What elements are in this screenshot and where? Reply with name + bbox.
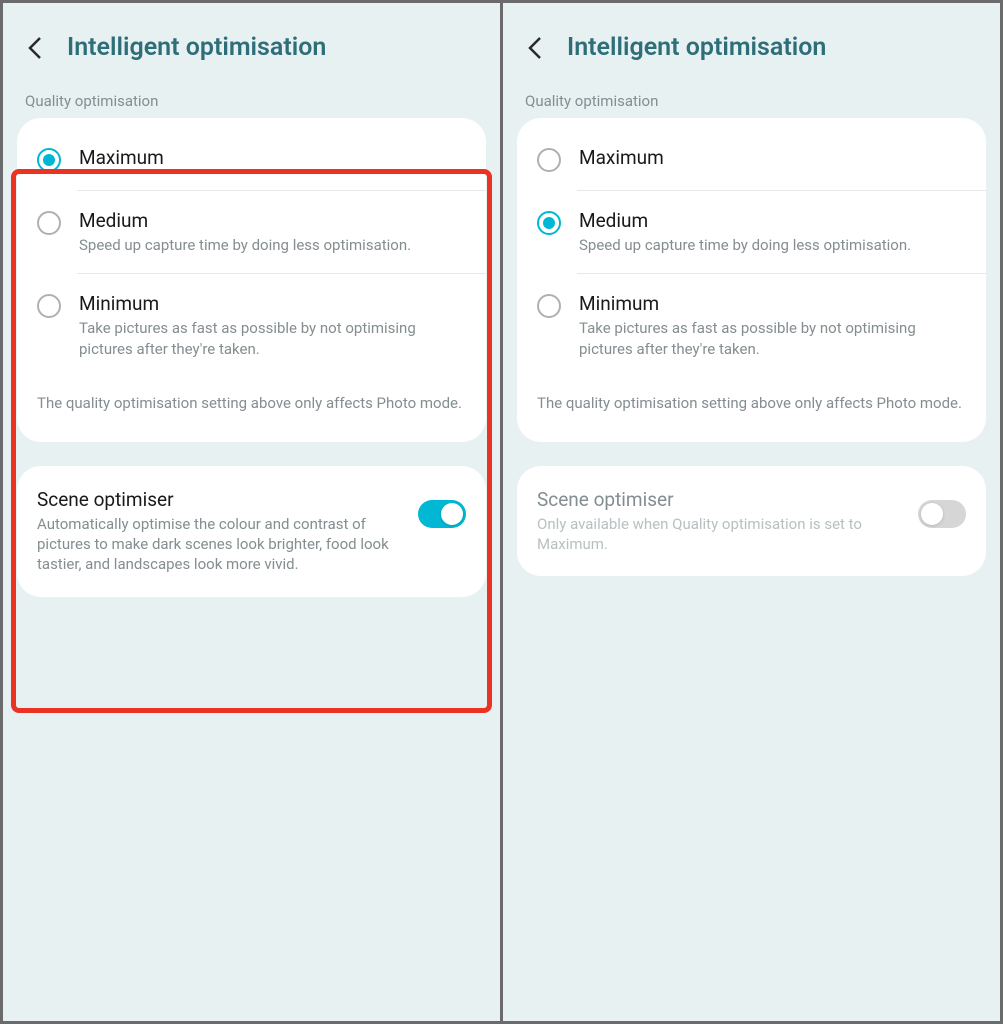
radio-icon[interactable] (537, 294, 561, 318)
radio-icon[interactable] (37, 148, 61, 172)
option-maximum[interactable]: Maximum (17, 128, 486, 190)
quality-card: Maximum Medium Speed up capture time by … (517, 118, 986, 442)
section-label: Quality optimisation (3, 82, 500, 118)
option-desc: Speed up capture time by doing less opti… (79, 235, 466, 255)
option-medium[interactable]: Medium Speed up capture time by doing le… (517, 191, 986, 273)
option-label: Minimum (579, 292, 966, 315)
scene-toggle[interactable] (418, 500, 466, 528)
page-title: Intelligent optimisation (67, 33, 326, 62)
radio-icon[interactable] (537, 211, 561, 235)
option-label: Maximum (79, 146, 466, 169)
option-maximum[interactable]: Maximum (517, 128, 986, 190)
scene-optimiser-card: Scene optimiser Only available when Qual… (517, 466, 986, 577)
radio-icon[interactable] (37, 294, 61, 318)
screen-left: Intelligent optimisation Quality optimis… (3, 3, 500, 1021)
footnote: The quality optimisation setting above o… (517, 377, 986, 432)
option-minimum[interactable]: Minimum Take pictures as fast as possibl… (17, 274, 486, 377)
back-icon[interactable] (23, 36, 47, 60)
footnote: The quality optimisation setting above o… (17, 377, 486, 432)
option-desc: Speed up capture time by doing less opti… (579, 235, 966, 255)
option-desc: Take pictures as fast as possible by not… (579, 318, 966, 359)
option-label: Medium (79, 209, 466, 232)
scene-optimiser-card[interactable]: Scene optimiser Automatically optimise t… (17, 466, 486, 597)
option-desc: Take pictures as fast as possible by not… (79, 318, 466, 359)
option-label: Minimum (79, 292, 466, 315)
screen-right: Intelligent optimisation Quality optimis… (503, 3, 1000, 1021)
page-title: Intelligent optimisation (567, 33, 826, 62)
scene-desc: Automatically optimise the colour and co… (37, 514, 404, 575)
quality-card: Maximum Medium Speed up capture time by … (17, 118, 486, 442)
option-medium[interactable]: Medium Speed up capture time by doing le… (17, 191, 486, 273)
option-minimum[interactable]: Minimum Take pictures as fast as possibl… (517, 274, 986, 377)
section-label: Quality optimisation (503, 82, 1000, 118)
option-label: Maximum (579, 146, 966, 169)
scene-title: Scene optimiser (37, 488, 404, 511)
option-label: Medium (579, 209, 966, 232)
radio-icon[interactable] (537, 148, 561, 172)
radio-icon[interactable] (37, 211, 61, 235)
back-icon[interactable] (523, 36, 547, 60)
scene-desc: Only available when Quality optimisation… (537, 514, 904, 555)
header: Intelligent optimisation (3, 3, 500, 82)
scene-toggle (918, 500, 966, 528)
header: Intelligent optimisation (503, 3, 1000, 82)
scene-title: Scene optimiser (537, 488, 904, 511)
